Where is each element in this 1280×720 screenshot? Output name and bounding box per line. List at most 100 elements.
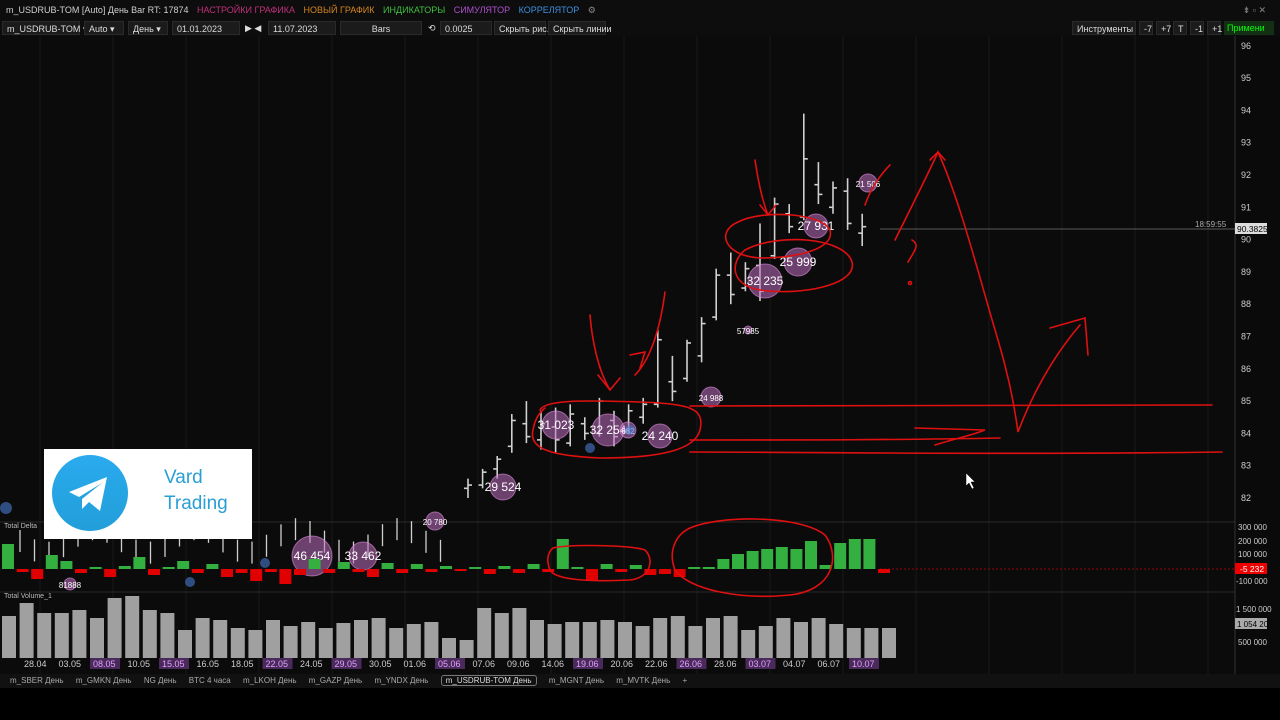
- delta-bar: [396, 569, 409, 573]
- volume-bar: [794, 622, 808, 658]
- time-tick-label: 08.05: [93, 659, 116, 669]
- time-tick-label: 07.06: [473, 659, 496, 669]
- delta-bar: [206, 564, 219, 569]
- tab-usdrub[interactable]: m_USDRUB-TOM День: [440, 675, 537, 686]
- bubble-value-label: 20 780: [423, 518, 448, 527]
- volume-bar: [72, 610, 87, 658]
- delta-bar: [586, 569, 598, 581]
- symbol-tabs: m_SBER День m_GMKN День NG День BTC 4 ча…: [0, 674, 1280, 688]
- tab-sber[interactable]: m_SBER День: [10, 676, 64, 685]
- delta-bar: [221, 569, 233, 577]
- tab-btc[interactable]: BTC 4 часа: [189, 676, 231, 685]
- time-tick-label: 15.05: [162, 659, 185, 669]
- time-tick-label: 14.06: [542, 659, 565, 669]
- volume-bar: [547, 624, 562, 658]
- delta-bar: [761, 549, 774, 569]
- price-chart[interactable]: 96 95 94 93 92 91 90 89 88 87 86 85 84 83 82 90.3825 1…: [0, 0, 1280, 720]
- volume-bar: [160, 613, 175, 658]
- volume-bar: [266, 620, 280, 658]
- volume-bar: [424, 622, 439, 658]
- volume-bar: [688, 626, 703, 658]
- price-tick-label: 93: [1241, 138, 1251, 148]
- volume-bar: [600, 620, 615, 658]
- delta-bar: [513, 569, 525, 573]
- volume-bar: [230, 628, 245, 658]
- time-tick-label: 22.05: [266, 659, 289, 669]
- delta-bar: [775, 547, 788, 569]
- tab-gazp[interactable]: m_GAZP День: [309, 676, 362, 685]
- delta-bar: [440, 566, 452, 569]
- telegram-icon: [52, 455, 128, 531]
- time-tick-label: 10.05: [128, 659, 151, 669]
- time-tick-label: 04.07: [783, 659, 806, 669]
- price-tick-label: 92: [1241, 170, 1251, 180]
- bubble-value-label: 81888: [59, 581, 82, 590]
- time-tick-label: 03.07: [749, 659, 772, 669]
- delta-bar: [162, 567, 175, 569]
- delta-bar: [191, 569, 204, 573]
- delta-bar: [367, 569, 379, 577]
- tab-lkoh[interactable]: m_LKOH День: [243, 676, 297, 685]
- delta-bar: [717, 559, 730, 569]
- delta-bar: [410, 564, 423, 569]
- volume-bubble-blue: [185, 577, 195, 587]
- delta-bar: [75, 569, 87, 573]
- volume-bar: [582, 622, 597, 658]
- delta-bar: [483, 569, 496, 574]
- time-tick-label: 09.06: [507, 659, 530, 669]
- volume-bar: [2, 616, 16, 658]
- price-tick-label: 91: [1241, 202, 1251, 212]
- time-tick-label: 06.07: [818, 659, 841, 669]
- volume-bar: [494, 613, 509, 658]
- delta-bar: [688, 567, 701, 569]
- volume-bar: [389, 628, 404, 658]
- volume-bar: [512, 608, 527, 658]
- tab-gmkn[interactable]: m_GMKN День: [76, 676, 132, 685]
- volume-bar: [811, 618, 826, 658]
- volume-bar: [442, 638, 456, 658]
- time-tick-label: 22.06: [645, 659, 668, 669]
- volume-bar: [318, 628, 333, 658]
- bubble-value-label: 57985: [737, 327, 760, 336]
- delta-bar: [615, 569, 628, 572]
- volume-bubble-blue: [585, 443, 595, 453]
- delta-bar: [629, 565, 642, 569]
- volume-bubble-blue: [0, 502, 12, 514]
- tab-mvtk[interactable]: m_MVTK День: [616, 676, 670, 685]
- volume-bar: [248, 630, 263, 658]
- price-tick-label: 95: [1241, 73, 1251, 83]
- delta-bar: [235, 569, 248, 573]
- delta-bar: [60, 561, 73, 569]
- delta-bar: [790, 549, 803, 569]
- delta-bar: [352, 569, 365, 572]
- volume-bar: [635, 626, 650, 658]
- tab-ng[interactable]: NG День: [144, 676, 177, 685]
- volume-bar: [618, 622, 632, 658]
- volume-bar: [90, 618, 104, 658]
- bubble-value-label: 32 235: [747, 274, 784, 288]
- volume-bar: [107, 598, 122, 658]
- volume-bar: [406, 624, 421, 658]
- current-time-label: 18:59:55: [1195, 220, 1227, 229]
- telegram-logo-banner: Vard Trading: [44, 449, 252, 539]
- delta-bar: [805, 541, 817, 569]
- tab-yndx[interactable]: m_YNDX День: [374, 676, 428, 685]
- delta-bar: [264, 569, 277, 572]
- tab-mgnt[interactable]: m_MGNT День: [549, 676, 604, 685]
- time-tick-label: 28.04: [24, 659, 47, 669]
- price-tick-label: 82: [1241, 493, 1251, 503]
- volume-bar: [670, 616, 685, 658]
- add-tab-icon[interactable]: +: [683, 676, 688, 685]
- time-tick-label: 30.05: [369, 659, 392, 669]
- volume-bar: [706, 618, 720, 658]
- bubble-value-label: 24 240: [642, 429, 679, 443]
- price-tick-label: 84: [1241, 428, 1251, 438]
- volume-axis-1500k: 1 500 000: [1236, 605, 1272, 614]
- volume-bar: [354, 620, 368, 658]
- delta-bar: [16, 569, 29, 572]
- bottom-bar: [0, 688, 1280, 720]
- volume-bar: [125, 596, 140, 658]
- delta-bar: [148, 569, 160, 575]
- volume-panel-title: Total Volume_1: [4, 593, 52, 600]
- delta-bar: [323, 569, 336, 573]
